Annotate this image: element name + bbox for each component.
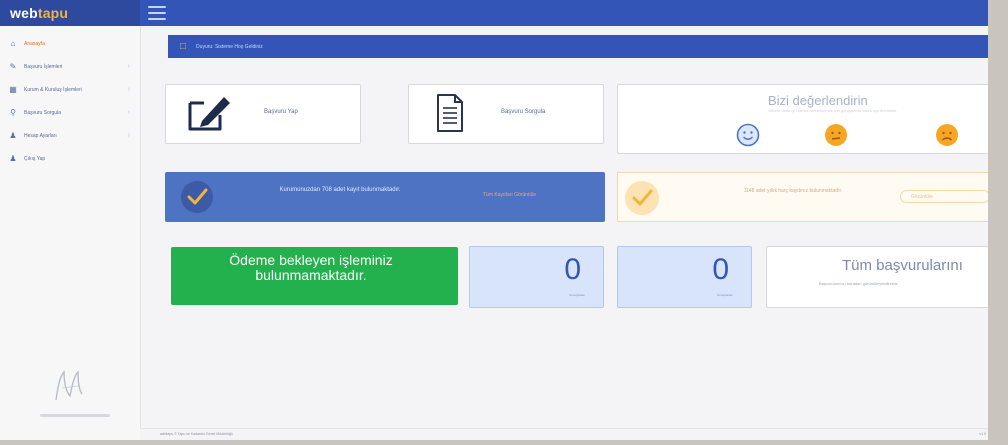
query-application-card[interactable]: Başvuru Sorgula <box>408 84 604 144</box>
logo-suffix: tapu <box>37 5 69 21</box>
footer: webtapu © Tapu ve Kadastro Genel Müdürlü… <box>140 428 988 440</box>
sidebar: ⌂ Anasayfa ✎ Başvuru İşlemleri › ▦ Kurum… <box>0 26 141 440</box>
user-icon: ♟ <box>9 131 17 140</box>
write-icon <box>188 97 230 131</box>
chevron-right-icon: › <box>127 109 130 116</box>
all-applications-title: Tüm başvurularını <box>842 257 963 274</box>
menu-toggle-icon[interactable] <box>148 6 166 20</box>
building-icon: ▦ <box>9 85 17 94</box>
sad-face-icon[interactable] <box>935 123 959 147</box>
sidebar-item-label: Çıkış Yap <box>24 155 46 162</box>
happy-face-icon[interactable] <box>736 123 760 147</box>
stat-card[interactable]: 0 Sonuçlanan <box>617 246 752 308</box>
view-fee-button-label: Görüntüle <box>911 193 933 200</box>
rating-subtitle: Sizlere daha iyi hizmet verebilmemiz içi… <box>768 108 898 113</box>
sidebar-item-label: Başvuru İşlemleri <box>24 63 63 70</box>
sidebar-item-label: Anasayfa <box>24 40 45 47</box>
logout-icon: ♟ <box>9 154 17 163</box>
search-icon: ⚲ <box>10 108 16 117</box>
announcement-banner[interactable]: □ Duyuru: Sisteme Hoş Geldiniz <box>168 35 988 58</box>
all-applications-subtitle: Başvurularınızı buradan görüntüleyebilir… <box>819 281 898 286</box>
new-application-card[interactable]: Başvuru Yap <box>165 84 361 144</box>
query-application-label: Başvuru Sorgula <box>501 109 546 115</box>
pending-payment-card: Ödeme bekleyen işleminiz bulunmamaktadır… <box>171 247 458 305</box>
stat-value: 0 <box>564 253 581 286</box>
sidebar-item-home[interactable]: ⌂ Anasayfa <box>0 32 140 55</box>
sidebar-item-institution[interactable]: ▦ Kurum & Kuruluş İşlemleri › <box>0 78 140 101</box>
sidebar-item-account[interactable]: ♟ Hesap Ayarları › <box>0 124 140 147</box>
footer-version: v1.0 <box>979 432 986 436</box>
view-all-records-link[interactable]: Tüm Kayıtları Görüntüle <box>483 192 536 198</box>
check-circle-icon <box>181 181 213 213</box>
sidebar-footer-bar <box>40 414 110 417</box>
edit-icon: ✎ <box>9 62 17 71</box>
chevron-right-icon: › <box>127 63 130 70</box>
stat-card[interactable]: 0 Sonuçlanan <box>469 246 604 308</box>
fee-notice: 1148 adet yıllık harç kaydınız bulunmakt… <box>617 172 988 222</box>
neutral-face-icon[interactable] <box>824 123 848 147</box>
stat-label: Sonuçlanan <box>569 293 585 297</box>
logo[interactable]: web tapu <box>0 0 140 26</box>
document-icon <box>437 94 463 132</box>
top-bar: web tapu <box>0 0 988 26</box>
rating-title: Bizi değerlendirin <box>768 93 868 108</box>
announcement-icon: □ <box>180 41 187 52</box>
fee-notice-text: 1148 adet yıllık harç kaydınız bulunmakt… <box>743 188 843 194</box>
sidebar-item-query[interactable]: ⚲ Başvuru Sorgula › <box>0 101 140 124</box>
rating-card: Bizi değerlendirin Sizlere daha iyi hizm… <box>617 84 988 154</box>
chevron-right-icon: › <box>127 86 130 93</box>
sidebar-item-applications[interactable]: ✎ Başvuru İşlemleri › <box>0 55 140 78</box>
chevron-right-icon: › <box>127 132 130 139</box>
new-application-label: Başvuru Yap <box>264 109 298 115</box>
stat-label: Sonuçlanan <box>717 293 733 297</box>
view-fee-button[interactable]: Görüntüle <box>900 190 988 203</box>
all-applications-card[interactable]: Tüm başvurularını Başvurularınızı burada… <box>766 246 988 308</box>
home-icon: ⌂ <box>10 39 16 48</box>
records-notice: Kurumunuzdan 708 adet kayıt bulunmaktadı… <box>165 172 605 222</box>
announcement-text: Duyuru: Sisteme Hoş Geldiniz <box>196 43 263 50</box>
signature-logo <box>55 370 83 401</box>
app-window: web tapu ⌂ Anasayfa ✎ Başvuru İşlemleri ›… <box>0 0 988 440</box>
check-circle-icon <box>625 181 659 215</box>
logo-prefix: web <box>10 5 38 21</box>
pending-payment-text: Ödeme bekleyen işleminiz bulunmamaktadır… <box>229 252 393 283</box>
footer-text: webtapu © Tapu ve Kadastro Genel Müdürlü… <box>160 432 233 436</box>
stat-value: 0 <box>712 253 729 286</box>
sidebar-item-label: Kurum & Kuruluş İşlemleri <box>24 86 82 93</box>
sidebar-item-label: Hesap Ayarları <box>24 132 57 139</box>
records-notice-text: Kurumunuzdan 708 adet kayıt bulunmaktadı… <box>279 187 401 193</box>
sidebar-item-logout[interactable]: ♟ Çıkış Yap <box>0 147 140 170</box>
sidebar-item-label: Başvuru Sorgula <box>24 109 61 116</box>
